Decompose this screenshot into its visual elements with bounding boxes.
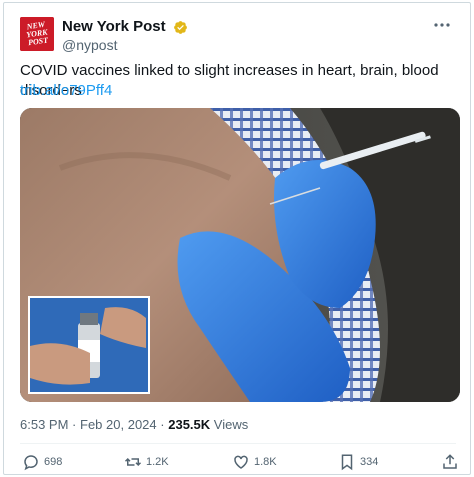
views-count: 235.5K [168,417,211,432]
more-options-icon[interactable] [430,17,454,37]
avatar[interactable]: NEW YORK POST [20,17,54,51]
nypost-logo-icon: NEW YORK POST [20,17,54,51]
reply-count: 698 [44,456,63,468]
reply-button[interactable]: 698 [22,451,62,473]
repost-count: 1.2K [146,456,169,468]
post-meta: 6:53 PM · Feb 20, 2024 · 235.5K Views [20,417,248,433]
meta-separator-2: · [160,417,165,432]
like-count: 1.8K [254,456,277,468]
bookmark-count: 334 [360,456,379,468]
post-header: NEW YORK POST New York Post @nypost [20,17,458,53]
repost-button[interactable]: 1.2K [124,451,169,473]
action-bar: 698 1.2K 1.8K 334 [4,451,470,473]
post-link[interactable]: trib.al/o79Pff4 [20,81,112,101]
views-label: Views [213,417,249,432]
bookmark-button[interactable]: 334 [338,451,378,473]
meta-separator-1: · [72,417,77,432]
share-icon [443,454,457,469]
author-handle[interactable]: @nypost [62,36,188,54]
author-name[interactable]: New York Post [62,18,166,36]
vaccination-photo [20,108,460,402]
verified-badge-icon [174,20,188,34]
post-time[interactable]: 6:53 PM [20,417,68,432]
author-block: New York Post @nypost [62,18,188,54]
repost-icon [124,457,142,467]
like-icon [234,455,248,469]
bookmark-icon [341,454,353,471]
reply-icon [24,455,38,471]
post-date[interactable]: Feb 20, 2024 [80,417,157,432]
actions-divider [20,443,456,444]
like-button[interactable]: 1.8K [232,451,277,473]
post-page: NEW YORK POST New York Post @nypost COVI… [0,0,474,477]
post-image[interactable] [20,108,460,402]
post-card: NEW YORK POST New York Post @nypost COVI… [3,2,471,475]
share-button[interactable] [441,451,463,473]
